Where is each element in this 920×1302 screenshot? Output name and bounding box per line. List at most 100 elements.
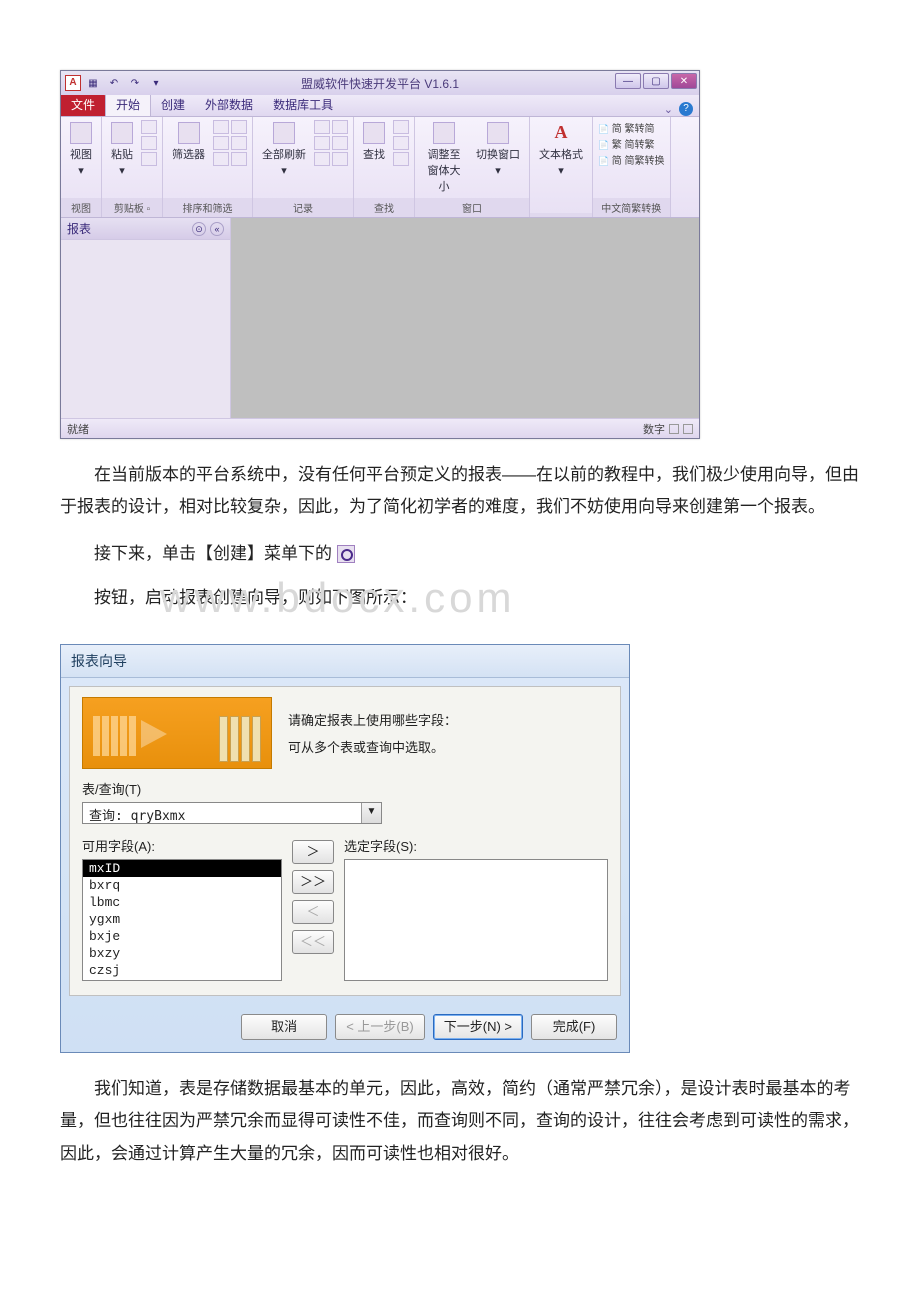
spelling-button[interactable] <box>332 136 348 150</box>
arrow-icon <box>141 720 167 748</box>
qat-more-button[interactable]: ▾ <box>147 75 165 91</box>
ribbon-group-clipboard: 粘贴 ▾ 剪贴板 ▫ <box>102 117 163 217</box>
maximize-button[interactable]: ▢ <box>643 73 669 89</box>
cut-button[interactable] <box>141 120 157 134</box>
app-logo-icon: A <box>65 75 81 91</box>
qat-undo-button[interactable]: ↶ <box>105 75 123 91</box>
quick-access-toolbar: A ▦ ↶ ↷ ▾ <box>61 75 165 91</box>
copy-button[interactable] <box>141 136 157 150</box>
wizard-title: 报表向导 <box>61 645 629 678</box>
status-bar: 就绪 数字 <box>61 418 699 438</box>
navigation-pane: 报表 ⊙ « <box>61 218 231 418</box>
wizard-footer: 取消 < 上一步(B) 下一步(N) > 完成(F) <box>61 1004 629 1052</box>
selection-filter-button[interactable] <box>231 120 247 134</box>
refresh-icon <box>273 122 295 144</box>
cancel-button[interactable]: 取消 <box>241 1014 327 1040</box>
dialog-launcher-icon[interactable]: ▫ <box>147 204 151 215</box>
table-query-combo[interactable]: 查询: qryBxmx ▼ <box>82 802 382 824</box>
ribbon-group-view-label: 视图 <box>61 198 101 217</box>
filter-button-label: 筛选器 <box>172 146 205 162</box>
report-wizard-dialog: 报表向导 请确定报表上使用哪些字段： 可从多个表或查询中选取。 表/查询(T) <box>60 644 630 1053</box>
wizard-hint-1: 请确定报表上使用哪些字段： <box>288 710 457 729</box>
list-item[interactable]: bxzy <box>83 945 281 962</box>
list-item[interactable]: bxrq <box>83 877 281 894</box>
trad-to-simp-button[interactable]: 简 繁转简 <box>598 120 665 135</box>
table-query-label: 表/查询(T) <box>82 779 608 798</box>
status-ready: 就绪 <box>67 421 89 437</box>
finish-button[interactable]: 完成(F) <box>531 1014 617 1040</box>
tab-file[interactable]: 文件 <box>61 93 105 116</box>
work-area: 报表 ⊙ « <box>61 218 699 418</box>
available-fields-label: 可用字段(A): <box>82 836 282 855</box>
window-title: 盟威软件快速开发平台 V1.6.1 <box>301 75 459 92</box>
chevron-down-icon: ▾ <box>119 164 125 177</box>
navpane-collapse-icon[interactable]: « <box>210 222 224 236</box>
toggle-filter-button[interactable] <box>231 152 247 166</box>
selected-fields-listbox[interactable] <box>344 859 608 981</box>
list-item[interactable]: czsj <box>83 962 281 979</box>
move-all-right-button[interactable]: ＞＞ <box>292 870 334 894</box>
find-button-label: 查找 <box>363 146 385 162</box>
refresh-all-label: 全部刷新 <box>262 146 306 162</box>
text-format-button[interactable]: A 文本格式 ▾ <box>535 120 587 179</box>
ribbon-group-textformat-label <box>530 213 592 217</box>
sort-asc-button[interactable] <box>213 120 229 134</box>
save-record-button[interactable] <box>314 136 330 150</box>
qat-save-button[interactable]: ▦ <box>84 75 102 91</box>
minimize-button[interactable]: — <box>615 73 641 89</box>
ribbon-group-window-label: 窗口 <box>415 198 529 217</box>
navpane-menu-icon[interactable]: ⊙ <box>192 222 206 236</box>
replace-button[interactable] <box>393 120 409 134</box>
view-mode-icon[interactable] <box>683 424 693 434</box>
advanced-filter-button[interactable] <box>231 136 247 150</box>
next-button[interactable]: 下一步(N) > <box>433 1014 523 1040</box>
help-icon[interactable]: ? <box>679 102 693 116</box>
list-item[interactable]: lbmc <box>83 894 281 911</box>
select-button[interactable] <box>393 152 409 166</box>
filter-button[interactable]: 筛选器 <box>168 120 209 164</box>
status-numlock: 数字 <box>643 421 665 437</box>
format-painter-button[interactable] <box>141 152 157 166</box>
find-icon <box>363 122 385 144</box>
paste-button[interactable]: 粘贴 ▾ <box>107 120 137 179</box>
paste-button-label: 粘贴 <box>111 146 133 162</box>
qat-redo-button[interactable]: ↷ <box>126 75 144 91</box>
tab-external-data[interactable]: 外部数据 <box>195 93 263 116</box>
ribbon-minimize-icon[interactable]: ⌄ <box>664 103 673 116</box>
switch-windows-button[interactable]: 切换窗口 ▾ <box>472 120 524 179</box>
close-button[interactable]: ✕ <box>671 73 697 89</box>
goto-button[interactable] <box>393 136 409 150</box>
more-records-button[interactable] <box>332 152 348 166</box>
fit-form-button[interactable]: 调整至窗体大小 <box>420 120 468 196</box>
navigation-pane-header[interactable]: 报表 ⊙ « <box>61 218 230 240</box>
totals-button[interactable] <box>332 120 348 134</box>
move-right-button[interactable]: ＞ <box>292 840 334 864</box>
ribbon-group-simplified-traditional: 简 繁转简 繁 简转繁 简 简繁转换 中文简繁转换 <box>593 117 671 217</box>
list-item[interactable]: mxID <box>83 860 281 877</box>
list-item[interactable]: ygxm <box>83 911 281 928</box>
delete-record-button[interactable] <box>314 152 330 166</box>
refresh-all-button[interactable]: 全部刷新 ▾ <box>258 120 310 179</box>
tab-create[interactable]: 创建 <box>151 93 195 116</box>
tab-home[interactable]: 开始 <box>105 92 151 116</box>
back-button[interactable]: < 上一步(B) <box>335 1014 425 1040</box>
move-left-button[interactable]: ＜ <box>292 900 334 924</box>
ribbon-group-sortfilter-label: 排序和筛选 <box>163 198 252 217</box>
simp-trad-convert-button[interactable]: 简 简繁转换 <box>598 152 665 167</box>
tab-database-tools[interactable]: 数据库工具 <box>263 93 343 116</box>
simp-to-trad-button[interactable]: 繁 简转繁 <box>598 136 665 151</box>
paste-icon <box>111 122 133 144</box>
new-record-button[interactable] <box>314 120 330 134</box>
available-fields-listbox[interactable]: mxID bxrq lbmc ygxm bxje bxzy czsj <box>82 859 282 981</box>
selected-fields-label: 选定字段(S): <box>344 836 608 855</box>
chevron-down-icon[interactable]: ▼ <box>361 803 381 823</box>
report-wizard-icon <box>337 545 355 563</box>
remove-sort-button[interactable] <box>213 152 229 166</box>
view-mode-icon[interactable] <box>669 424 679 434</box>
view-button[interactable]: 视图 ▾ <box>66 120 96 179</box>
sort-desc-button[interactable] <box>213 136 229 150</box>
ribbon-group-records: 全部刷新 ▾ 记录 <box>253 117 354 217</box>
move-all-left-button[interactable]: ＜＜ <box>292 930 334 954</box>
list-item[interactable]: bxje <box>83 928 281 945</box>
find-button[interactable]: 查找 <box>359 120 389 164</box>
